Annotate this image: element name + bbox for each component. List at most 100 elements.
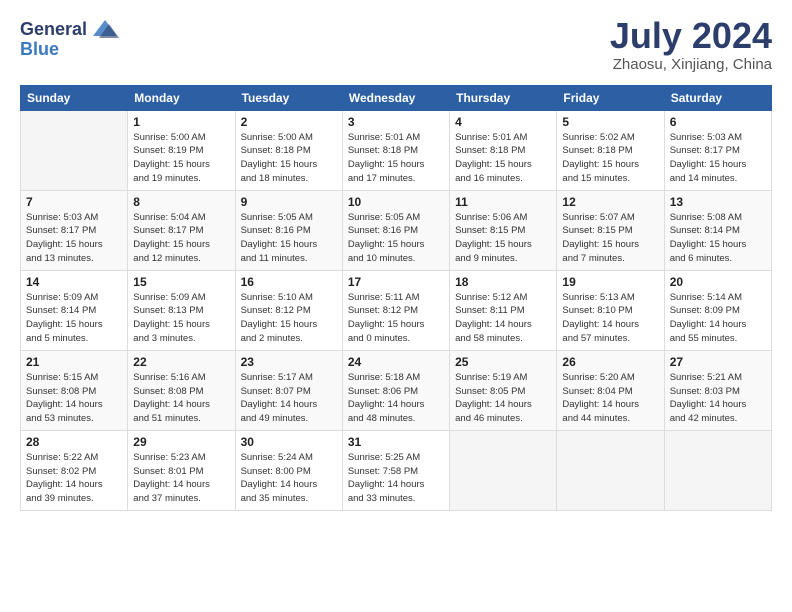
table-row: 18 Sunrise: 5:12 AM Sunset: 8:11 PM Dayli… <box>450 270 557 350</box>
table-row: 6 Sunrise: 5:03 AM Sunset: 8:17 PM Daylig… <box>664 110 771 190</box>
day-info: Sunrise: 5:01 AM Sunset: 8:18 PM Dayligh… <box>455 131 551 186</box>
day-info: Sunrise: 5:25 AM Sunset: 7:58 PM Dayligh… <box>348 451 444 506</box>
table-row: 12 Sunrise: 5:07 AM Sunset: 8:15 PM Dayli… <box>557 190 664 270</box>
day-info: Sunrise: 5:04 AM Sunset: 8:17 PM Dayligh… <box>133 211 229 266</box>
calendar-header-row: Sunday Monday Tuesday Wednesday Thursday… <box>21 85 772 110</box>
table-row: 1Sunrise: 5:00 AM Sunset: 8:19 PM Daylig… <box>128 110 235 190</box>
day-info: Sunrise: 5:07 AM Sunset: 8:15 PM Dayligh… <box>562 211 658 266</box>
day-number: 28 <box>26 435 122 449</box>
table-row: 27Sunrise: 5:21 AM Sunset: 8:03 PM Dayli… <box>664 350 771 430</box>
calendar-week-row: 14 Sunrise: 5:09 AM Sunset: 8:14 PM Dayli… <box>21 270 772 350</box>
subtitle: Zhaosu, Xinjiang, China <box>610 56 772 73</box>
day-number: 29 <box>133 435 229 449</box>
day-info: Sunrise: 5:12 AM Sunset: 8:11 PM Dayligh… <box>455 291 551 346</box>
calendar-week-row: 28 Sunrise: 5:22 AM Sunset: 8:02 PM Dayli… <box>21 430 772 510</box>
table-row: 20 Sunrise: 5:14 AM Sunset: 8:09 PM Dayli… <box>664 270 771 350</box>
day-info: Sunrise: 5:00 AM Sunset: 8:18 PM Dayligh… <box>241 131 337 186</box>
day-number: 3 <box>348 115 444 129</box>
day-number: 13 <box>670 195 766 209</box>
table-row <box>21 110 128 190</box>
day-info: Sunrise: 5:19 AM Sunset: 8:05 PM Dayligh… <box>455 371 551 426</box>
logo-text: General Blue <box>20 16 119 60</box>
day-info: Sunrise: 5:15 AM Sunset: 8:08 PM Dayligh… <box>26 371 122 426</box>
day-info: Sunrise: 5:10 AM Sunset: 8:12 PM Dayligh… <box>241 291 337 346</box>
table-row <box>450 430 557 510</box>
month-title: July 2024 <box>610 16 772 56</box>
day-number: 1 <box>133 115 229 129</box>
table-row: 30 Sunrise: 5:24 AM Sunset: 8:00 PM Dayli… <box>235 430 342 510</box>
table-row: 25Sunrise: 5:19 AM Sunset: 8:05 PM Dayli… <box>450 350 557 430</box>
table-row: 23Sunrise: 5:17 AM Sunset: 8:07 PM Dayli… <box>235 350 342 430</box>
col-tuesday: Tuesday <box>235 85 342 110</box>
day-number: 16 <box>241 275 337 289</box>
day-info: Sunrise: 5:11 AM Sunset: 8:12 PM Dayligh… <box>348 291 444 346</box>
day-number: 8 <box>133 195 229 209</box>
table-row: 5 Sunrise: 5:02 AM Sunset: 8:18 PM Daylig… <box>557 110 664 190</box>
day-number: 14 <box>26 275 122 289</box>
day-number: 7 <box>26 195 122 209</box>
table-row: 11 Sunrise: 5:06 AM Sunset: 8:15 PM Dayli… <box>450 190 557 270</box>
day-info: Sunrise: 5:09 AM Sunset: 8:14 PM Dayligh… <box>26 291 122 346</box>
col-friday: Friday <box>557 85 664 110</box>
logo-general: General <box>20 20 87 40</box>
table-row: 16 Sunrise: 5:10 AM Sunset: 8:12 PM Dayli… <box>235 270 342 350</box>
day-info: Sunrise: 5:06 AM Sunset: 8:15 PM Dayligh… <box>455 211 551 266</box>
calendar-week-row: 7 Sunrise: 5:03 AM Sunset: 8:17 PM Daylig… <box>21 190 772 270</box>
day-number: 18 <box>455 275 551 289</box>
logo-icon <box>91 16 119 44</box>
col-wednesday: Wednesday <box>342 85 449 110</box>
table-row: 29Sunrise: 5:23 AM Sunset: 8:01 PM Dayli… <box>128 430 235 510</box>
table-row: 24Sunrise: 5:18 AM Sunset: 8:06 PM Dayli… <box>342 350 449 430</box>
day-number: 10 <box>348 195 444 209</box>
calendar-week-row: 1Sunrise: 5:00 AM Sunset: 8:19 PM Daylig… <box>21 110 772 190</box>
day-number: 19 <box>562 275 658 289</box>
day-info: Sunrise: 5:02 AM Sunset: 8:18 PM Dayligh… <box>562 131 658 186</box>
table-row: 7 Sunrise: 5:03 AM Sunset: 8:17 PM Daylig… <box>21 190 128 270</box>
table-row: 22Sunrise: 5:16 AM Sunset: 8:08 PM Dayli… <box>128 350 235 430</box>
table-row <box>664 430 771 510</box>
logo-blue: Blue <box>20 39 59 59</box>
day-number: 22 <box>133 355 229 369</box>
table-row: 31 Sunrise: 5:25 AM Sunset: 7:58 PM Dayli… <box>342 430 449 510</box>
col-saturday: Saturday <box>664 85 771 110</box>
calendar-week-row: 21 Sunrise: 5:15 AM Sunset: 8:08 PM Dayli… <box>21 350 772 430</box>
day-number: 24 <box>348 355 444 369</box>
day-number: 31 <box>348 435 444 449</box>
day-info: Sunrise: 5:03 AM Sunset: 8:17 PM Dayligh… <box>26 211 122 266</box>
table-row: 15Sunrise: 5:09 AM Sunset: 8:13 PM Dayli… <box>128 270 235 350</box>
table-row: 26Sunrise: 5:20 AM Sunset: 8:04 PM Dayli… <box>557 350 664 430</box>
day-number: 17 <box>348 275 444 289</box>
day-info: Sunrise: 5:03 AM Sunset: 8:17 PM Dayligh… <box>670 131 766 186</box>
day-info: Sunrise: 5:22 AM Sunset: 8:02 PM Dayligh… <box>26 451 122 506</box>
day-number: 21 <box>26 355 122 369</box>
day-info: Sunrise: 5:05 AM Sunset: 8:16 PM Dayligh… <box>348 211 444 266</box>
day-number: 12 <box>562 195 658 209</box>
day-number: 6 <box>670 115 766 129</box>
day-info: Sunrise: 5:24 AM Sunset: 8:00 PM Dayligh… <box>241 451 337 506</box>
page-container: General Blue July 2024 Zhaosu, Xinjiang,… <box>0 0 792 531</box>
day-number: 5 <box>562 115 658 129</box>
col-monday: Monday <box>128 85 235 110</box>
day-number: 23 <box>241 355 337 369</box>
day-info: Sunrise: 5:01 AM Sunset: 8:18 PM Dayligh… <box>348 131 444 186</box>
day-number: 15 <box>133 275 229 289</box>
table-row: 19 Sunrise: 5:13 AM Sunset: 8:10 PM Dayli… <box>557 270 664 350</box>
day-number: 20 <box>670 275 766 289</box>
table-row: 3 Sunrise: 5:01 AM Sunset: 8:18 PM Daylig… <box>342 110 449 190</box>
day-number: 4 <box>455 115 551 129</box>
table-row: 10 Sunrise: 5:05 AM Sunset: 8:16 PM Dayli… <box>342 190 449 270</box>
day-info: Sunrise: 5:13 AM Sunset: 8:10 PM Dayligh… <box>562 291 658 346</box>
col-sunday: Sunday <box>21 85 128 110</box>
day-info: Sunrise: 5:08 AM Sunset: 8:14 PM Dayligh… <box>670 211 766 266</box>
day-number: 2 <box>241 115 337 129</box>
table-row: 14 Sunrise: 5:09 AM Sunset: 8:14 PM Dayli… <box>21 270 128 350</box>
table-row: 21 Sunrise: 5:15 AM Sunset: 8:08 PM Dayli… <box>21 350 128 430</box>
table-row: 13 Sunrise: 5:08 AM Sunset: 8:14 PM Dayli… <box>664 190 771 270</box>
day-number: 9 <box>241 195 337 209</box>
calendar-table: Sunday Monday Tuesday Wednesday Thursday… <box>20 85 772 511</box>
day-number: 11 <box>455 195 551 209</box>
day-info: Sunrise: 5:14 AM Sunset: 8:09 PM Dayligh… <box>670 291 766 346</box>
day-number: 30 <box>241 435 337 449</box>
table-row: 17 Sunrise: 5:11 AM Sunset: 8:12 PM Dayli… <box>342 270 449 350</box>
day-info: Sunrise: 5:21 AM Sunset: 8:03 PM Dayligh… <box>670 371 766 426</box>
